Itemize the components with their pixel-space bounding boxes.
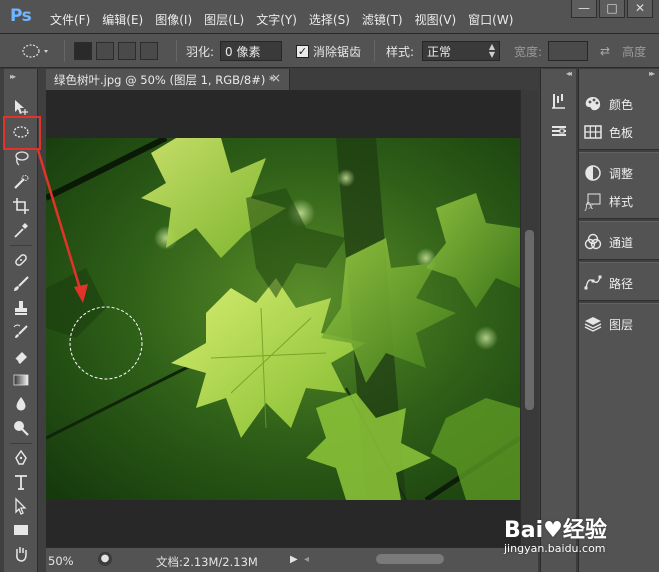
horizontal-scroll-thumb[interactable] (376, 554, 444, 564)
layers-icon (584, 317, 602, 332)
fx-styles-icon: fx (584, 193, 601, 211)
swatches-icon (584, 125, 602, 139)
status-info-icon[interactable]: ● (98, 552, 112, 566)
panel-styles[interactable]: fx 样式 (583, 189, 657, 213)
svg-text:fx: fx (584, 202, 593, 211)
panel-color[interactable]: 颜色 (583, 92, 657, 116)
panel-paths[interactable]: 路径 (583, 271, 657, 295)
panel-color-label: 颜色 (609, 97, 634, 112)
paths-icon (584, 275, 602, 290)
mini-panel-dock: ◂◂ (540, 69, 576, 572)
panel-dock: ▸▸ 颜色 色板 调整 fx 样式 通道 路径 图层 (578, 69, 659, 572)
panel-swatches[interactable]: 色板 (583, 120, 657, 144)
palette-icon (585, 97, 601, 111)
status-menu-arrow-icon[interactable]: ▶ (290, 554, 298, 565)
watermark-logo: Bai♥经验 (504, 518, 607, 543)
panel-dock-collapse-icon[interactable]: ▸▸ (579, 69, 659, 79)
panel-swatches-label: 色板 (609, 125, 634, 140)
document-size-info: 文档:2.13M/2.13M (156, 555, 258, 569)
panel-channels[interactable]: 通道 (583, 230, 657, 254)
panel-layers[interactable]: 图层 (583, 312, 657, 336)
adjustments-icon (585, 165, 601, 181)
panel-layers-label: 图层 (609, 317, 634, 332)
zoom-level[interactable]: 50% (48, 554, 74, 568)
history-icon[interactable] (549, 91, 569, 114)
status-bar: 50% ● 文档:2.13M/2.13M ▶ ◂ (46, 547, 538, 572)
panel-adjustments[interactable]: 调整 (583, 161, 657, 185)
channels-icon (584, 233, 602, 250)
mini-dock-collapse-icon[interactable]: ◂◂ (541, 69, 576, 79)
panel-styles-label: 样式 (609, 194, 634, 209)
panel-adjustments-label: 调整 (609, 166, 634, 181)
baidu-jingyan-watermark: Bai♥经验 jingyan.baidu.com (504, 512, 607, 555)
watermark-url: jingyan.baidu.com (504, 542, 606, 555)
panel-channels-label: 通道 (609, 235, 634, 250)
scroll-left-icon[interactable]: ◂ (304, 554, 309, 565)
panel-paths-label: 路径 (609, 276, 634, 291)
properties-icon[interactable] (549, 121, 569, 144)
